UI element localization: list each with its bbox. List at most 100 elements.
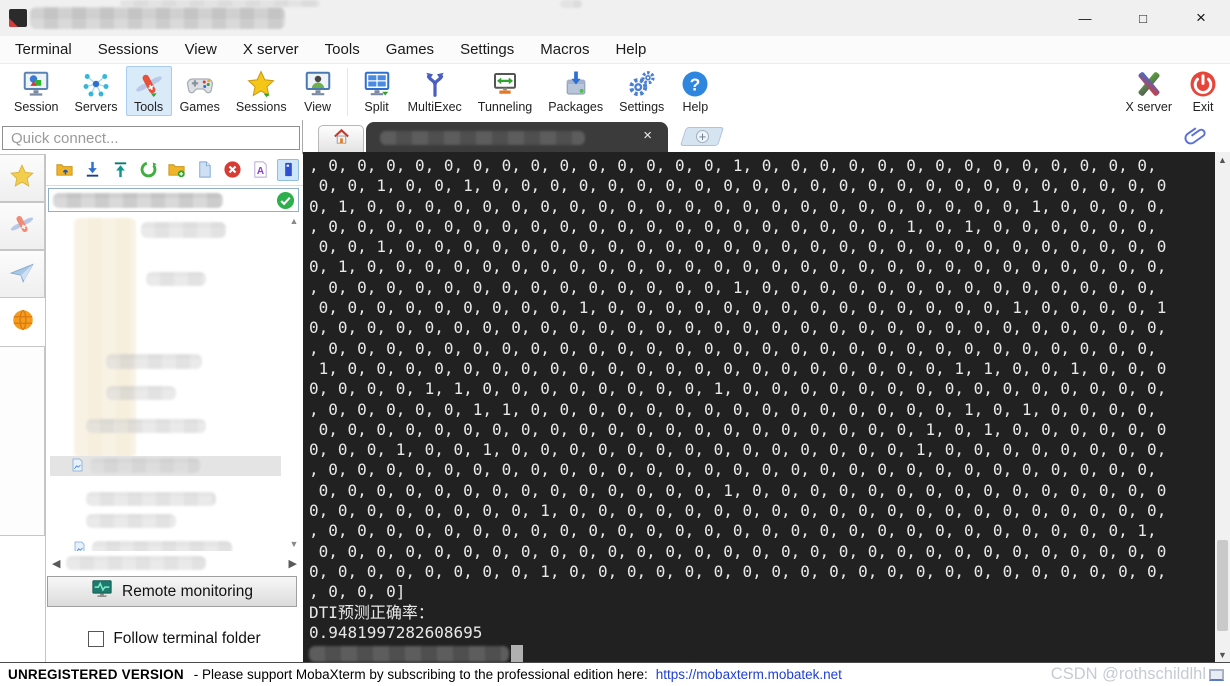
redacted-window-title	[30, 7, 285, 29]
toolbar-label: Packages	[548, 100, 604, 114]
current-path-field[interactable]	[48, 188, 299, 212]
terminal-output[interactable]: , 0, 0, 0, 0, 0, 0, 0, 0, 0, 0, 0, 0, 0,…	[303, 152, 1215, 662]
toolbar-label: Split	[364, 100, 389, 114]
toolbar-help-button[interactable]: ? Help	[672, 66, 718, 116]
terminal-line: 0, 0, 0, 0, 0, 0, 0, 0, 0, 1, 0, 0, 0, 0…	[309, 298, 1167, 318]
minimize-button[interactable]: —	[1056, 0, 1114, 36]
follow-terminal-folder-checkbox[interactable]	[88, 631, 105, 647]
close-button[interactable]: ×	[1172, 0, 1230, 36]
redacted-file-entry	[86, 514, 176, 528]
mobatek-link[interactable]: https://mobaxterm.mobatek.net	[656, 667, 842, 682]
redacted-strip	[120, 0, 320, 7]
remote-monitoring-button[interactable]: Remote monitoring	[47, 576, 297, 607]
terminal-line: 0, 0, 0, 1, 0, 0, 1, 0, 0, 0, 0, 0, 0, 0…	[309, 440, 1167, 460]
sidebar-tab-macros[interactable]	[0, 250, 45, 298]
active-terminal-tab[interactable]: ×	[366, 122, 668, 152]
toolbar-label: Session	[14, 100, 59, 114]
folder-up-button[interactable]	[53, 159, 75, 181]
svg-text:?: ?	[690, 74, 701, 94]
terminal-line: 0, 0, 0, 0, 0, 0, 0, 0, 0, 0, 0, 0, 0, 0…	[309, 541, 1167, 561]
terminal-line: 0, 0, 1, 0, 0, 1, 0, 0, 0, 0, 0, 0, 0, 0…	[309, 176, 1167, 196]
remote-monitoring-label: Remote monitoring	[122, 582, 253, 600]
home-icon	[332, 127, 351, 151]
redacted-path	[53, 193, 223, 208]
quick-connect-input[interactable]	[2, 126, 300, 150]
terminal-line: 0, 0, 0, 0, 0, 0, 0, 0, 0, 0, 0, 0, 0, 0…	[309, 480, 1167, 500]
plus-icon: +	[695, 129, 709, 144]
upload-button[interactable]	[109, 159, 131, 181]
scroll-left-icon[interactable]: ◀	[52, 557, 60, 570]
sidebar-tab-tools[interactable]	[0, 202, 45, 250]
menu-item[interactable]: Help	[602, 37, 659, 62]
download-button[interactable]	[81, 159, 103, 181]
toolbar-settings-button[interactable]: Settings	[611, 66, 672, 116]
terminal-line: , 0, 0, 0, 0, 0, 0, 0, 0, 0, 0, 0, 0, 0,…	[309, 156, 1157, 175]
maximize-button[interactable]: □	[1114, 0, 1172, 36]
menu-bar: Terminal Sessions View X server Tools Games Se…	[0, 36, 1230, 64]
toolbar-session-button[interactable]: Session	[6, 66, 66, 116]
menu-item[interactable]: X server	[230, 37, 312, 62]
scrollbar-thumb[interactable]	[1217, 539, 1228, 632]
new-tab-button[interactable]: +	[679, 127, 725, 146]
scroll-right-icon[interactable]: ▶	[289, 557, 297, 570]
file-tree[interactable]: ▲ ▼	[46, 214, 303, 551]
tree-vertical-scrollbar[interactable]: ▲ ▼	[287, 216, 301, 549]
toolbar-view-button[interactable]: View	[295, 66, 341, 116]
sftp-toolbar: A	[46, 154, 303, 186]
menu-item[interactable]: Terminal	[2, 37, 85, 62]
new-file-button[interactable]	[193, 159, 215, 181]
redacted-file-entry	[86, 419, 206, 433]
exit-power-icon	[1188, 69, 1218, 99]
terminal-line: , 0, 0, 0, 0, 0, 0, 0, 0, 0, 0, 0, 0, 0,…	[309, 521, 1157, 541]
menu-item[interactable]: View	[172, 37, 230, 62]
scroll-down-icon[interactable]: ▼	[290, 539, 299, 549]
refresh-button[interactable]	[137, 159, 159, 181]
terminal-line: 0, 1, 0, 0, 0, 0, 0, 0, 0, 0, 0, 0, 0, 0…	[309, 257, 1167, 277]
toolbar-multiexec-button[interactable]: MultiExec	[400, 66, 470, 116]
new-folder-button[interactable]	[165, 159, 187, 181]
scroll-down-icon[interactable]: ▼	[1215, 647, 1230, 662]
file-icon	[72, 540, 87, 551]
menu-item[interactable]: Games	[373, 37, 447, 62]
toolbar: Session Servers Tools Games Sessions Vie…	[0, 64, 1230, 120]
toolbar-packages-button[interactable]: Packages	[540, 66, 611, 116]
packages-box-icon	[561, 69, 591, 99]
toolbar-sessions-button[interactable]: Sessions	[228, 66, 295, 116]
menu-item[interactable]: Settings	[447, 37, 527, 62]
redacted-strip	[560, 0, 582, 8]
home-tab[interactable]	[318, 125, 364, 152]
toolbar-label: View	[304, 100, 332, 114]
follow-terminal-folder-row: Follow terminal folder	[46, 622, 303, 656]
sidebar-tab-sessions[interactable]	[0, 154, 45, 202]
terminal-sync-button[interactable]	[277, 158, 299, 181]
menu-item[interactable]: Tools	[312, 37, 373, 62]
scroll-up-icon[interactable]: ▲	[290, 216, 299, 226]
knife-icon	[9, 211, 35, 242]
toolbar-tools-button[interactable]: Tools	[125, 66, 172, 116]
toolbar-games-button[interactable]: Games	[172, 66, 228, 116]
terminal-line: 0, 0, 0, 0, 0, 0, 0, 0, 0, 0, 0, 0, 0, 0…	[309, 419, 1167, 439]
toolbar-exit-button[interactable]: Exit	[1180, 66, 1226, 116]
scrollbar-thumb[interactable]	[66, 556, 207, 570]
toolbar-tunneling-button[interactable]: Tunneling	[470, 66, 540, 116]
sidebar-tab-strip	[0, 154, 45, 662]
menu-item[interactable]: Macros	[527, 37, 602, 62]
delete-button[interactable]	[221, 159, 243, 181]
menu-item[interactable]: Sessions	[85, 37, 172, 62]
toolbar-label: MultiExec	[407, 100, 462, 114]
toolbar-split-button[interactable]: Split	[354, 66, 400, 116]
tree-horizontal-scrollbar[interactable]: ◀ ▶	[48, 553, 301, 573]
toolbar-label: Help	[682, 100, 709, 114]
tab-close-icon[interactable]: ×	[643, 127, 652, 144]
rename-button[interactable]: A	[249, 159, 271, 181]
sidebar-tab-sftp[interactable]	[0, 298, 45, 346]
terminal-line: , 0, 0, 0, 0, 0, 0, 0, 0, 0, 0, 0, 0, 0,…	[309, 338, 1157, 358]
paper-plane-icon	[9, 259, 35, 290]
toolbar-servers-button[interactable]: Servers	[66, 66, 125, 116]
paperclip-attach-icon[interactable]	[1182, 122, 1209, 149]
scroll-up-icon[interactable]: ▲	[1215, 152, 1230, 167]
toolbar-label: Exit	[1192, 100, 1214, 114]
terminal-scrollbar[interactable]: ▲ ▼	[1215, 152, 1230, 662]
title-bar: — □ ×	[0, 0, 1230, 36]
toolbar-xserver-button[interactable]: X server	[1117, 66, 1180, 116]
